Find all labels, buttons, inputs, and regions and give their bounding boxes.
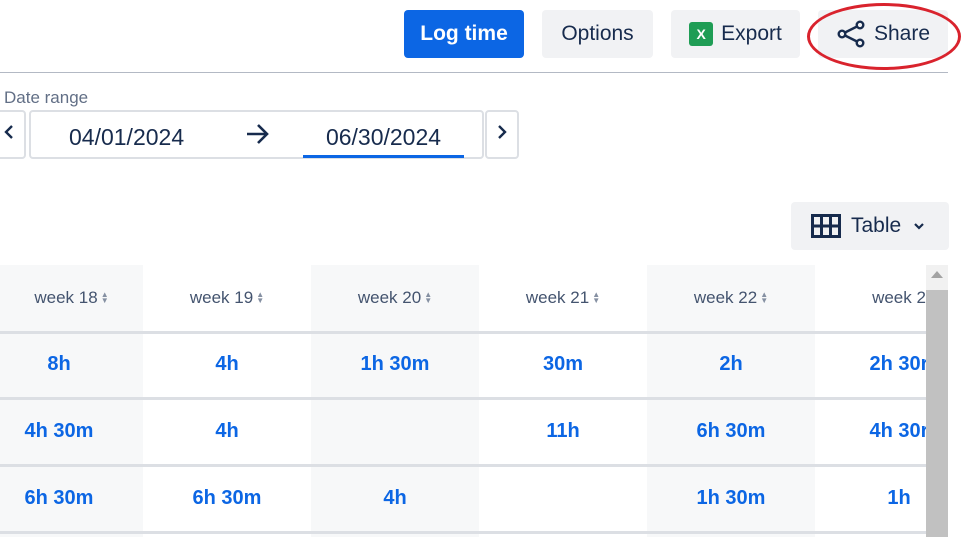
share-icon: [836, 20, 866, 48]
table-cell[interactable]: [311, 398, 479, 464]
toolbar: Log time Options X Export Share: [0, 0, 970, 72]
column-header-week-22[interactable]: week 22 ▲ ▼: [647, 265, 815, 331]
share-label: Share: [873, 22, 931, 45]
table-cell[interactable]: 4h: [311, 465, 479, 531]
column-header-label: week 18: [34, 288, 98, 307]
options-label: Options: [561, 22, 634, 45]
sort-icon: ▲ ▼: [760, 290, 769, 305]
chevron-left-icon: [3, 124, 15, 145]
sort-icon: ▲ ▼: [100, 290, 109, 305]
view-selector-button[interactable]: Table: [791, 202, 949, 250]
excel-icon: X: [689, 22, 714, 46]
timesheet-table: week 18 ▲ ▼ week 19 ▲ ▼ week 20 ▲ ▼ week 21…: [0, 265, 926, 537]
end-date-input[interactable]: 06/30/2024: [303, 112, 464, 158]
table-cell[interactable]: 4h 30m: [0, 398, 118, 464]
date-range-label: Date range: [4, 88, 89, 107]
column-header-label: week 22: [693, 288, 758, 307]
view-selector-label: Table: [851, 214, 902, 237]
column-header-week-21[interactable]: week 21 ▲ ▼: [479, 265, 647, 331]
arrow-right-icon: [245, 122, 271, 151]
next-range-button[interactable]: [485, 110, 519, 159]
table-cell[interactable]: 4h 30r: [815, 398, 926, 464]
table-grid-icon: [811, 214, 841, 238]
table-cell[interactable]: 6h 30m: [0, 465, 118, 531]
row-divider: [0, 531, 926, 534]
table-cell[interactable]: 4h: [143, 398, 311, 464]
date-range-picker: 04/01/2024 06/30/2024: [29, 110, 484, 159]
table-cell[interactable]: 1h 30m: [647, 465, 815, 531]
chevron-down-icon: [913, 221, 925, 231]
table-cell[interactable]: 4h: [143, 331, 311, 397]
export-button[interactable]: X Export: [671, 10, 800, 58]
log-time-button[interactable]: Log time: [404, 10, 524, 58]
table-cell[interactable]: 8h: [0, 331, 118, 397]
options-button[interactable]: Options: [542, 10, 653, 58]
column-header-week-20[interactable]: week 20 ▲ ▼: [311, 265, 479, 331]
scroll-up-arrow-icon[interactable]: [931, 271, 943, 278]
column-header-label: week 20: [357, 288, 422, 307]
previous-range-button[interactable]: [0, 110, 26, 159]
sort-icon: ▲ ▼: [256, 290, 265, 305]
log-time-label: Log time: [420, 22, 508, 45]
sort-icon: ▲ ▼: [592, 290, 601, 305]
chevron-right-icon: [496, 124, 508, 145]
table-cell[interactable]: 1h: [815, 465, 926, 531]
vertical-scrollbar[interactable]: [926, 265, 948, 537]
column-header-week-18[interactable]: week 18 ▲ ▼: [0, 265, 143, 331]
column-header-week-19[interactable]: week 19 ▲ ▼: [143, 265, 311, 331]
sort-icon: ▲ ▼: [424, 290, 433, 305]
header-divider: [0, 72, 948, 73]
table-cell[interactable]: 1h 30m: [311, 331, 479, 397]
column-header-label: week 19: [189, 288, 254, 307]
table-cell[interactable]: [479, 465, 647, 531]
column-header-week-23[interactable]: week 2: [815, 265, 926, 331]
share-button[interactable]: Share: [818, 10, 948, 58]
start-date-input[interactable]: 04/01/2024: [69, 124, 184, 151]
table-cell[interactable]: 2h 30r: [815, 331, 926, 397]
table-cell[interactable]: 6h 30m: [143, 465, 311, 531]
table-cell[interactable]: 6h 30m: [647, 398, 815, 464]
scrollbar-thumb[interactable]: [926, 290, 948, 537]
table-cell[interactable]: 30m: [479, 331, 647, 397]
table-cell[interactable]: 11h: [479, 398, 647, 464]
column-header-label: week 2: [872, 288, 926, 307]
export-label: Export: [721, 22, 782, 45]
table-cell[interactable]: 2h: [647, 331, 815, 397]
column-header-label: week 21: [525, 288, 590, 307]
